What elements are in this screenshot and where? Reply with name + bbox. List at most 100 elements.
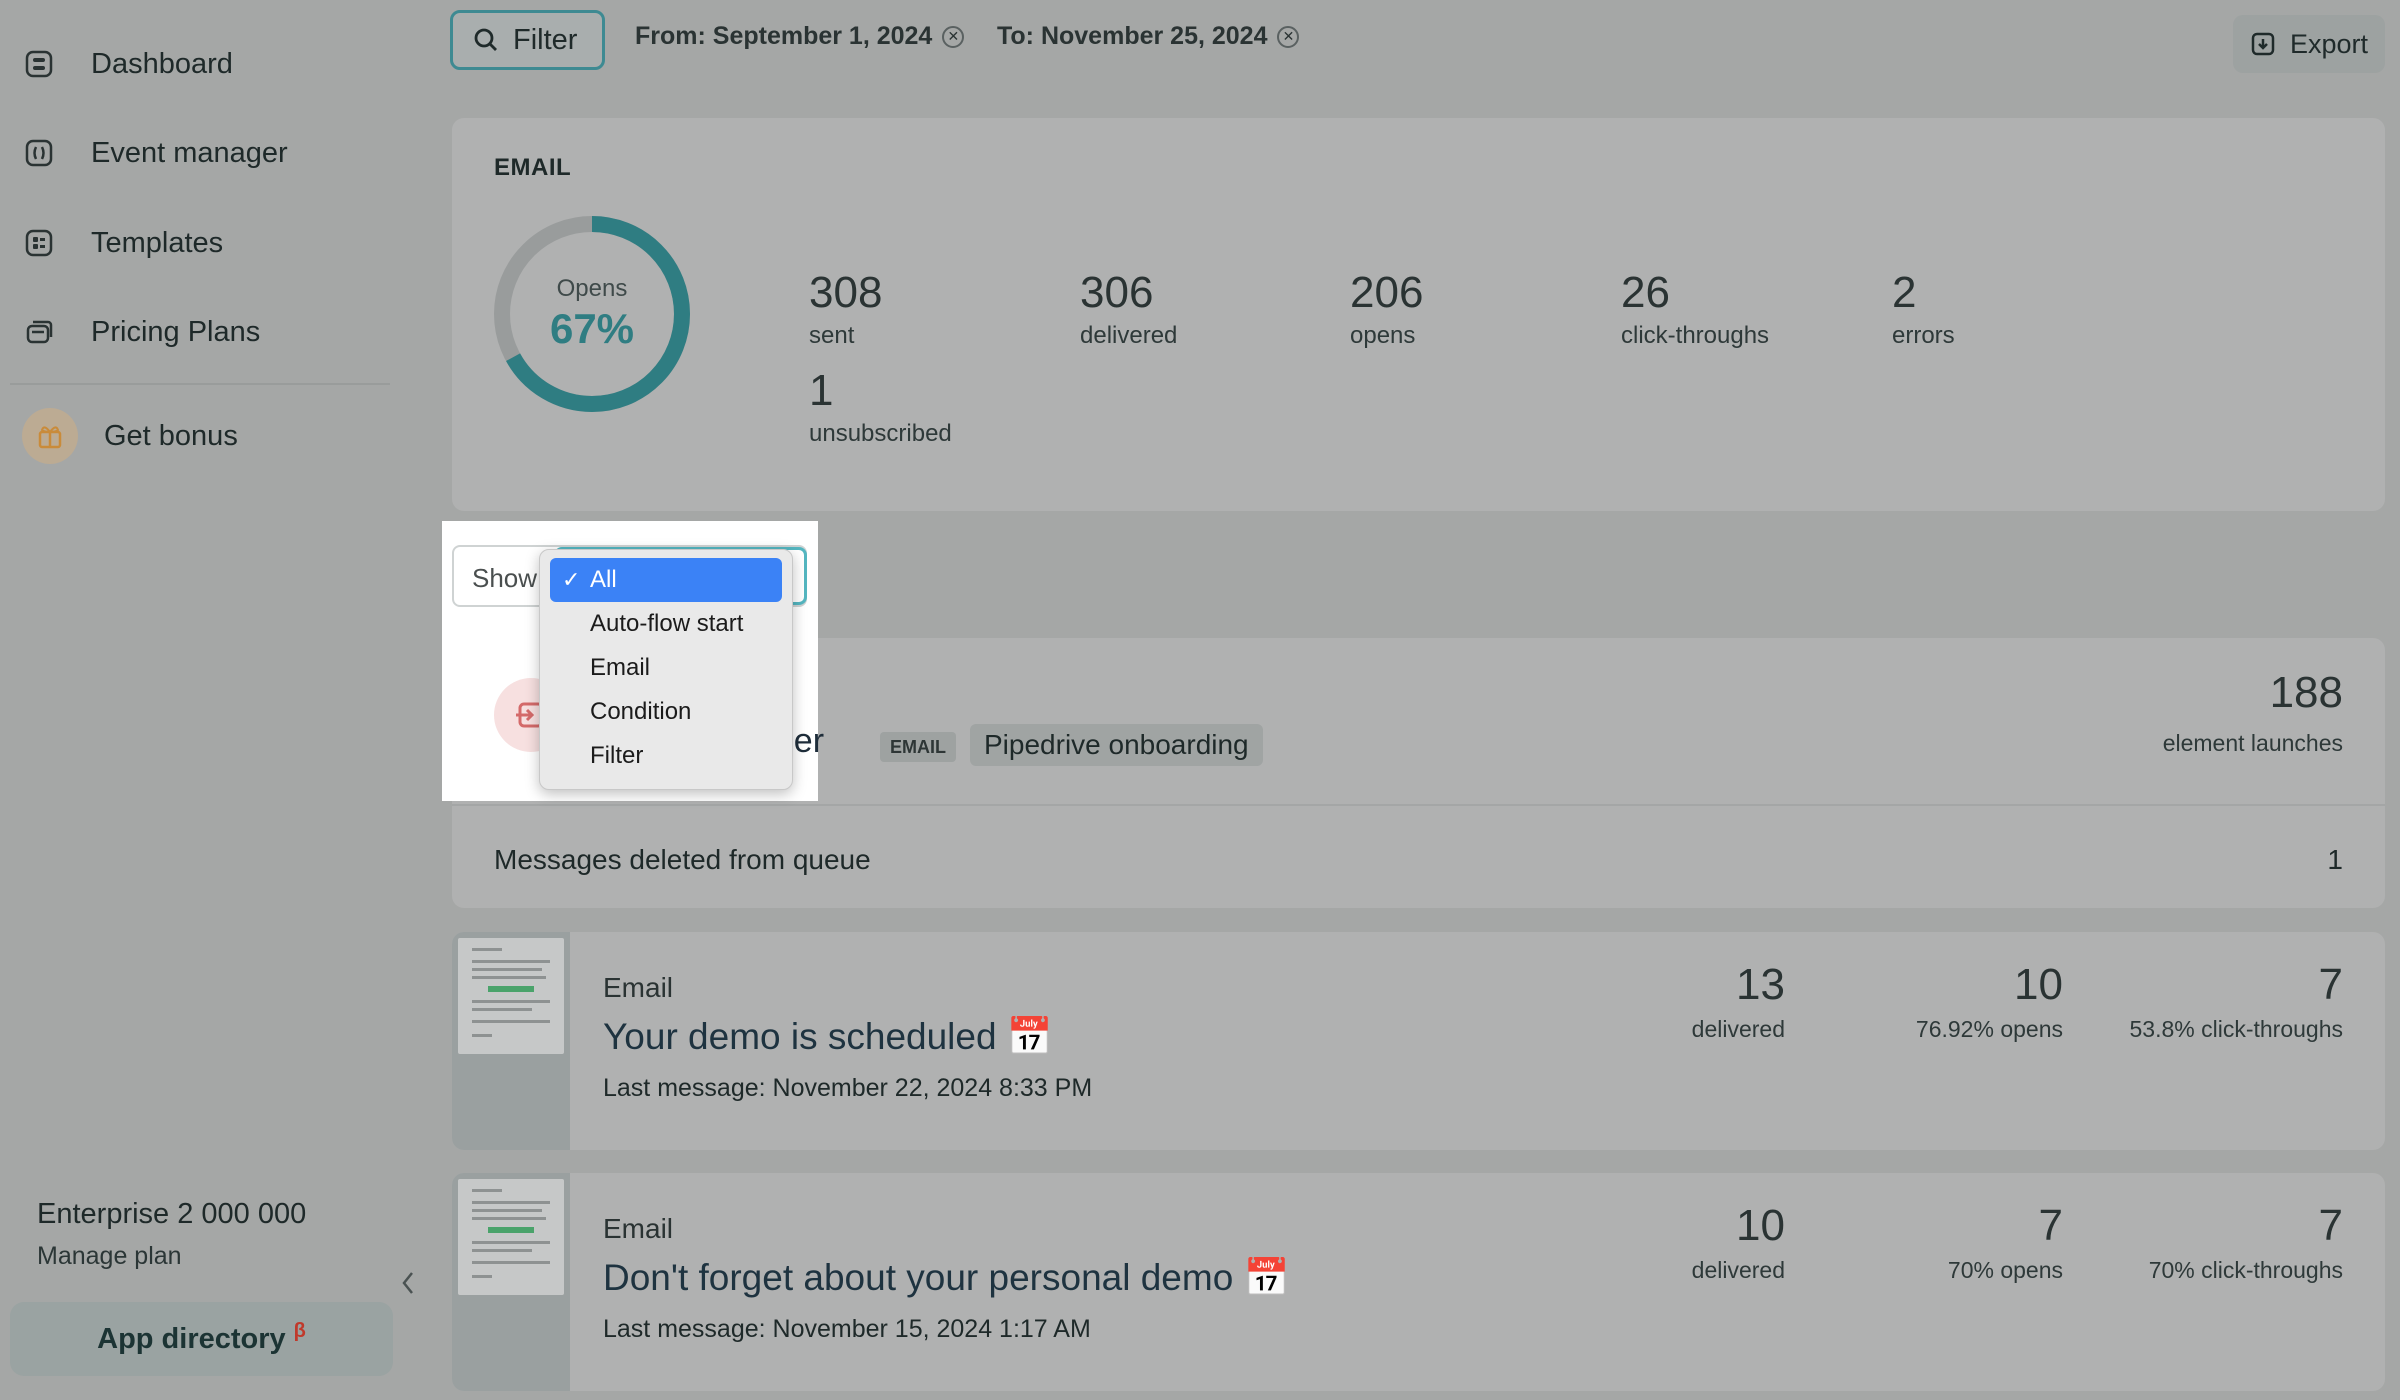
beta-badge: β	[293, 1319, 306, 1342]
delivered-stat: 10 delivered	[1692, 1201, 1785, 1284]
donut-caption: Opens	[556, 275, 628, 302]
queue-count: 1	[2327, 844, 2343, 875]
stat-label: sent	[809, 322, 855, 349]
sidebar-item-label: Pricing Plans	[91, 315, 261, 348]
chevron-left-icon	[402, 1272, 413, 1294]
show-dropdown-menu: ✓ All Auto-flow start Email Condition Fi…	[539, 549, 793, 790]
stat-click-throughs: 26 click-throughs	[1621, 268, 1769, 350]
from-date-chip[interactable]: From: September 1, 2024 ✕	[635, 22, 965, 51]
click-throughs-stat: 7 70% click-throughs	[2149, 1201, 2343, 1284]
stat-value: 7	[2318, 1201, 2343, 1250]
email-card[interactable]: Email Don't forget about your personal d…	[452, 1173, 2385, 1391]
app-directory-button[interactable]: App directory β	[10, 1302, 393, 1376]
stat-value: 13	[1736, 960, 1785, 1009]
to-date-label: To: November 25, 2024	[997, 22, 1268, 50]
email-thumbnail	[458, 1179, 564, 1295]
queue-label: Messages deleted from queue	[494, 844, 871, 875]
email-thumbnail	[458, 938, 564, 1054]
launches-value: 188	[2269, 668, 2343, 717]
stat-label: 70% opens	[1947, 1257, 2063, 1283]
option-label: Filter	[590, 742, 644, 769]
stat-errors: 2 errors	[1892, 268, 1955, 350]
flow-card-divider	[452, 804, 2385, 806]
plan-name: Enterprise 2 000 000	[37, 1198, 307, 1230]
email-thumbnail-column	[452, 1173, 570, 1391]
stat-label: 53.8% click-throughs	[2129, 1016, 2344, 1042]
option-label: Auto-flow start	[590, 610, 744, 637]
show-label: Show	[472, 563, 538, 593]
templates-icon	[20, 224, 58, 262]
email-title[interactable]: Don't forget about your personal demo 📅	[603, 1257, 1290, 1300]
manage-plan-link[interactable]: Manage plan	[37, 1242, 182, 1271]
opens-stat: 10 76.92% opens	[1916, 960, 2063, 1043]
email-badge: EMAIL	[880, 732, 956, 762]
sidebar-item-event-manager[interactable]: Event manager	[20, 123, 288, 183]
stat-sent: 308 sent	[809, 268, 882, 350]
email-card[interactable]: Email Your demo is scheduled 📅 Last mess…	[452, 932, 2385, 1150]
search-icon	[474, 28, 497, 51]
sidebar-item-label: Dashboard	[91, 47, 233, 80]
last-message: Last message: November 15, 2024 1:17 AM	[603, 1315, 1091, 1343]
stat-unsubscribed: 1 unsubscribed	[809, 366, 952, 448]
summary-title: EMAIL	[494, 154, 572, 181]
sidebar-divider	[10, 383, 390, 385]
dropdown-option-email[interactable]: Email	[550, 646, 782, 690]
donut-label: Opens 67%	[492, 214, 692, 414]
sidebar-item-pricing-plans[interactable]: Pricing Plans	[20, 302, 260, 362]
dropdown-option-filter[interactable]: Filter	[550, 734, 782, 778]
sidebar-item-get-bonus[interactable]: Get bonus	[20, 406, 238, 466]
clear-to-icon[interactable]: ✕	[1277, 25, 1300, 48]
stat-opens: 206 opens	[1350, 268, 1423, 350]
stat-value: 26	[1621, 268, 1670, 317]
stat-value: 2	[1892, 268, 1917, 317]
stat-label: 76.92% opens	[1915, 1016, 2063, 1042]
stat-value: 308	[809, 268, 883, 317]
stat-label: delivered	[1080, 322, 1178, 349]
filter-label: Filter	[513, 23, 578, 56]
opens-stat: 7 70% opens	[1948, 1201, 2063, 1284]
stat-label: delivered	[1691, 1016, 1785, 1042]
stat-value: 1	[809, 366, 834, 415]
collapse-sidebar-button[interactable]	[396, 1268, 420, 1298]
clear-from-icon[interactable]: ✕	[942, 25, 965, 48]
dropdown-option-condition[interactable]: Condition	[550, 690, 782, 734]
option-label: Condition	[590, 698, 692, 725]
gift-icon	[22, 408, 78, 464]
flow-name-badge: Pipedrive onboarding	[970, 724, 1263, 766]
launches-label: element launches	[2162, 730, 2343, 756]
stat-value: 10	[1736, 1201, 1785, 1250]
email-type: Email	[603, 972, 674, 1003]
to-date-chip[interactable]: To: November 25, 2024 ✕	[997, 22, 1300, 51]
stat-value: 306	[1080, 268, 1154, 317]
option-label: Email	[590, 654, 651, 681]
sidebar-item-templates[interactable]: Templates	[20, 213, 223, 273]
sidebar: Dashboard Event manager Templates Pricin…	[0, 0, 420, 1400]
from-date-label: From: September 1, 2024	[635, 22, 933, 50]
stat-value: 10	[2014, 960, 2063, 1009]
click-throughs-stat: 7 53.8% click-throughs	[2130, 960, 2344, 1043]
checkmark-icon: ✓	[562, 567, 581, 592]
email-summary-card: EMAIL Opens 67% 308 sent 306 delivered 2…	[452, 118, 2385, 511]
sidebar-item-label: Get bonus	[104, 419, 238, 452]
stat-label: errors	[1892, 322, 1955, 349]
export-button[interactable]: Export	[2233, 15, 2385, 73]
stat-value: 7	[2318, 960, 2343, 1009]
export-label: Export	[2289, 28, 2369, 59]
filter-button[interactable]: Filter	[450, 10, 605, 70]
stat-delivered: 306 delivered	[1080, 268, 1177, 350]
sidebar-item-dashboard[interactable]: Dashboard	[20, 34, 233, 94]
dropdown-option-all[interactable]: ✓ All	[550, 558, 782, 602]
email-type: Email	[603, 1213, 674, 1244]
stat-label: unsubscribed	[809, 420, 952, 447]
last-message: Last message: November 22, 2024 8:33 PM	[603, 1074, 1093, 1102]
stat-label: delivered	[1691, 1257, 1785, 1283]
event-manager-icon	[20, 134, 58, 172]
stat-value: 206	[1350, 268, 1424, 317]
sidebar-item-label: Event manager	[91, 136, 288, 169]
email-title[interactable]: Your demo is scheduled 📅	[603, 1016, 1053, 1059]
donut-value: 67%	[549, 305, 635, 352]
option-label: All	[590, 566, 617, 593]
dropdown-option-auto-flow-start[interactable]: Auto-flow start	[550, 602, 782, 646]
stat-label: opens	[1350, 322, 1416, 349]
delivered-stat: 13 delivered	[1692, 960, 1785, 1043]
